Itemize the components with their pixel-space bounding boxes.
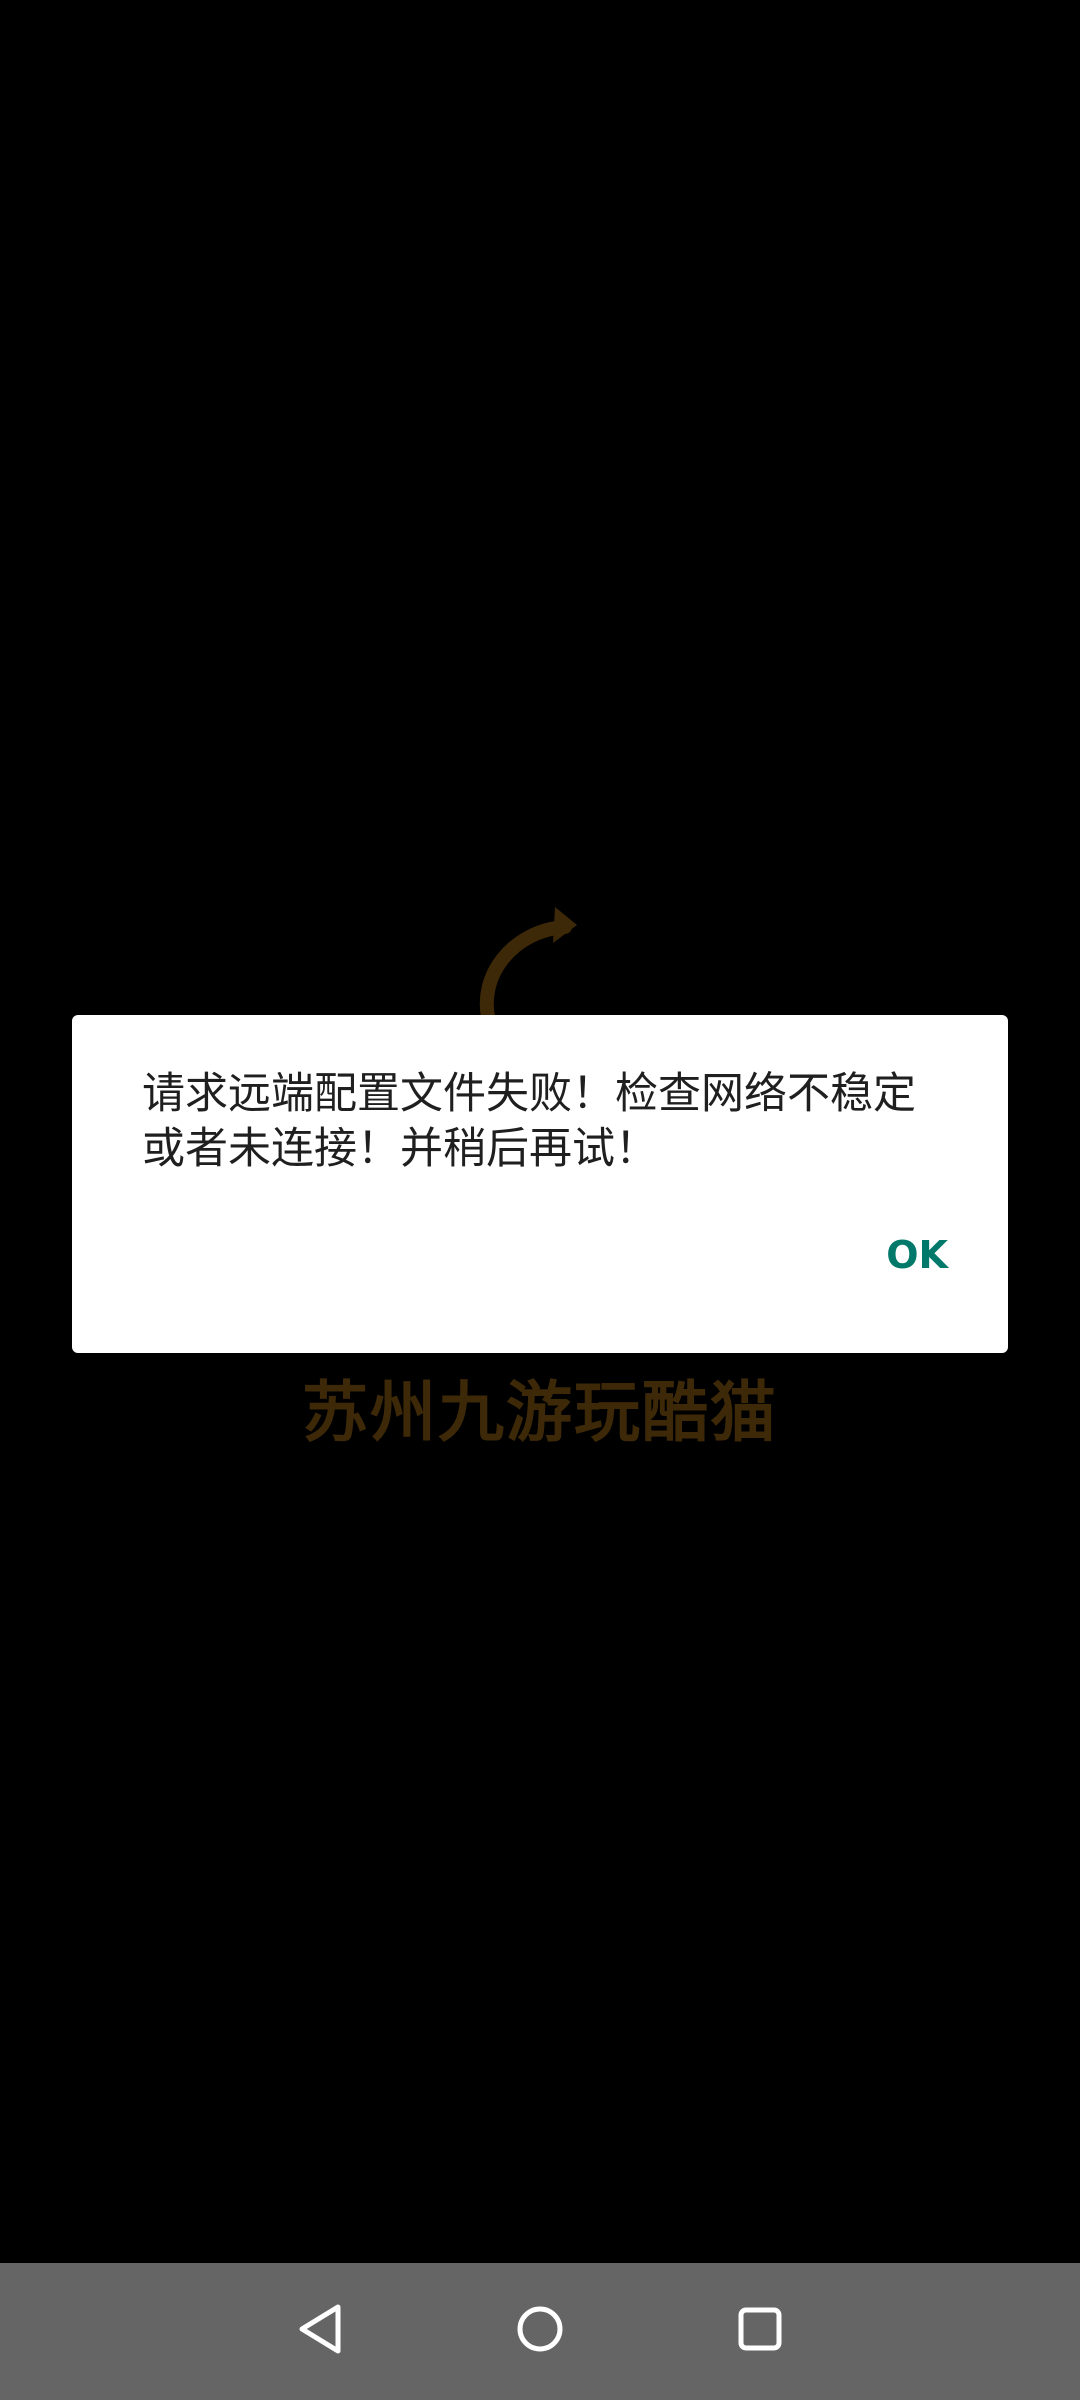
ok-button[interactable]: OK xyxy=(866,1215,968,1295)
back-button[interactable] xyxy=(272,2281,372,2381)
recents-square-icon xyxy=(730,2299,790,2363)
home-circle-icon xyxy=(510,2299,570,2363)
dialog-message: 请求远端配置文件失败！检查网络不稳定或者未连接！并稍后再试！ xyxy=(142,1069,916,1174)
home-button[interactable] xyxy=(490,2281,590,2381)
back-triangle-icon xyxy=(292,2299,352,2363)
alert-dialog: 请求远端配置文件失败！检查网络不稳定或者未连接！并稍后再试！ OK xyxy=(72,1015,1008,1353)
recents-button[interactable] xyxy=(710,2281,810,2381)
system-navigation-bar xyxy=(0,2263,1080,2400)
